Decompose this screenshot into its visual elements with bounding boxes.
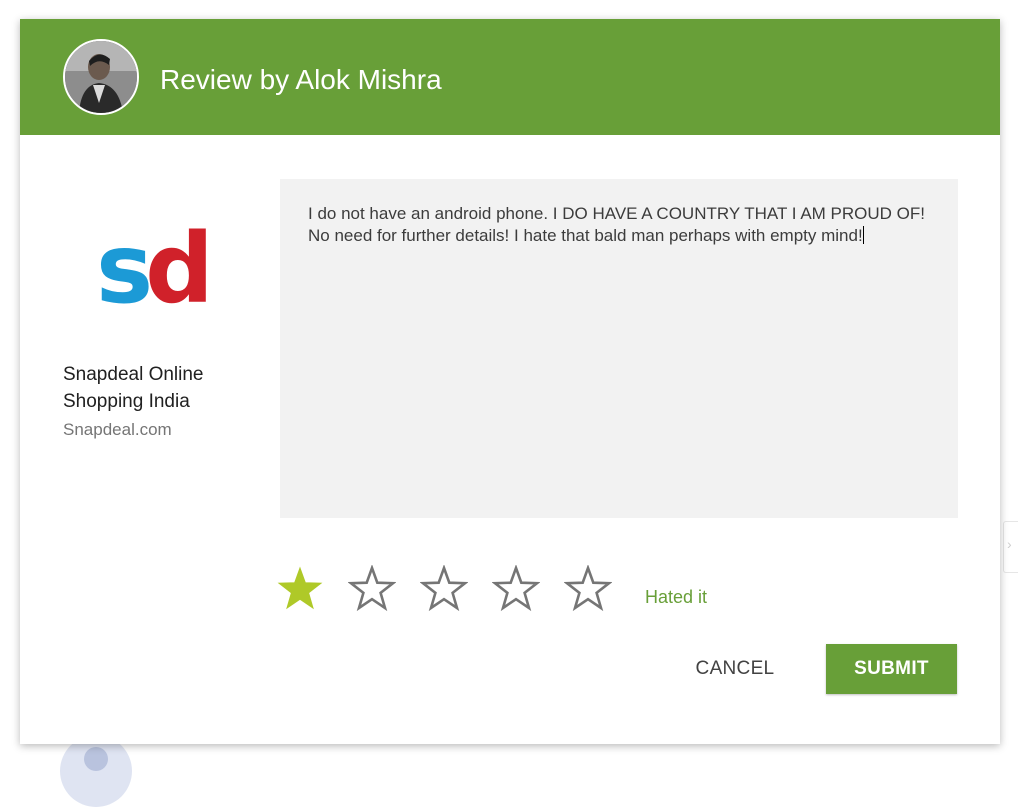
submit-button[interactable]: SUBMIT <box>826 644 957 694</box>
review-dialog: Review by Alok Mishra sd Snapdeal Online… <box>20 19 1000 744</box>
star-5-icon[interactable] <box>563 564 613 613</box>
cancel-button[interactable]: CANCEL <box>680 644 790 694</box>
review-textarea[interactable]: I do not have an android phone. I DO HAV… <box>280 179 958 518</box>
dialog-title: Review by Alok Mishra <box>160 64 442 95</box>
dialog-header: Review by Alok Mishra <box>20 19 1000 135</box>
app-publisher: Snapdeal.com <box>63 420 172 439</box>
app-name: Snapdeal Online Shopping India <box>63 364 204 412</box>
snapdeal-logo-icon: sd <box>96 213 214 325</box>
review-text-content: I do not have an android phone. I DO HAV… <box>308 203 938 247</box>
chevron-icon: › <box>1007 536 1012 552</box>
background-side-tab: › <box>1003 521 1018 573</box>
rating-label: Hated it <box>645 587 708 607</box>
background-avatar-placeholder <box>60 735 132 807</box>
text-cursor <box>862 226 864 244</box>
user-avatar <box>63 39 139 115</box>
review-text: I do not have an android phone. I DO HAV… <box>308 204 925 245</box>
user-photo-icon <box>65 41 137 113</box>
star-4-icon[interactable] <box>491 564 541 613</box>
star-2-icon[interactable] <box>347 564 397 613</box>
svg-text:sd: sd <box>96 215 206 311</box>
star-1-icon[interactable] <box>276 565 324 613</box>
star-3-icon[interactable] <box>419 564 469 613</box>
